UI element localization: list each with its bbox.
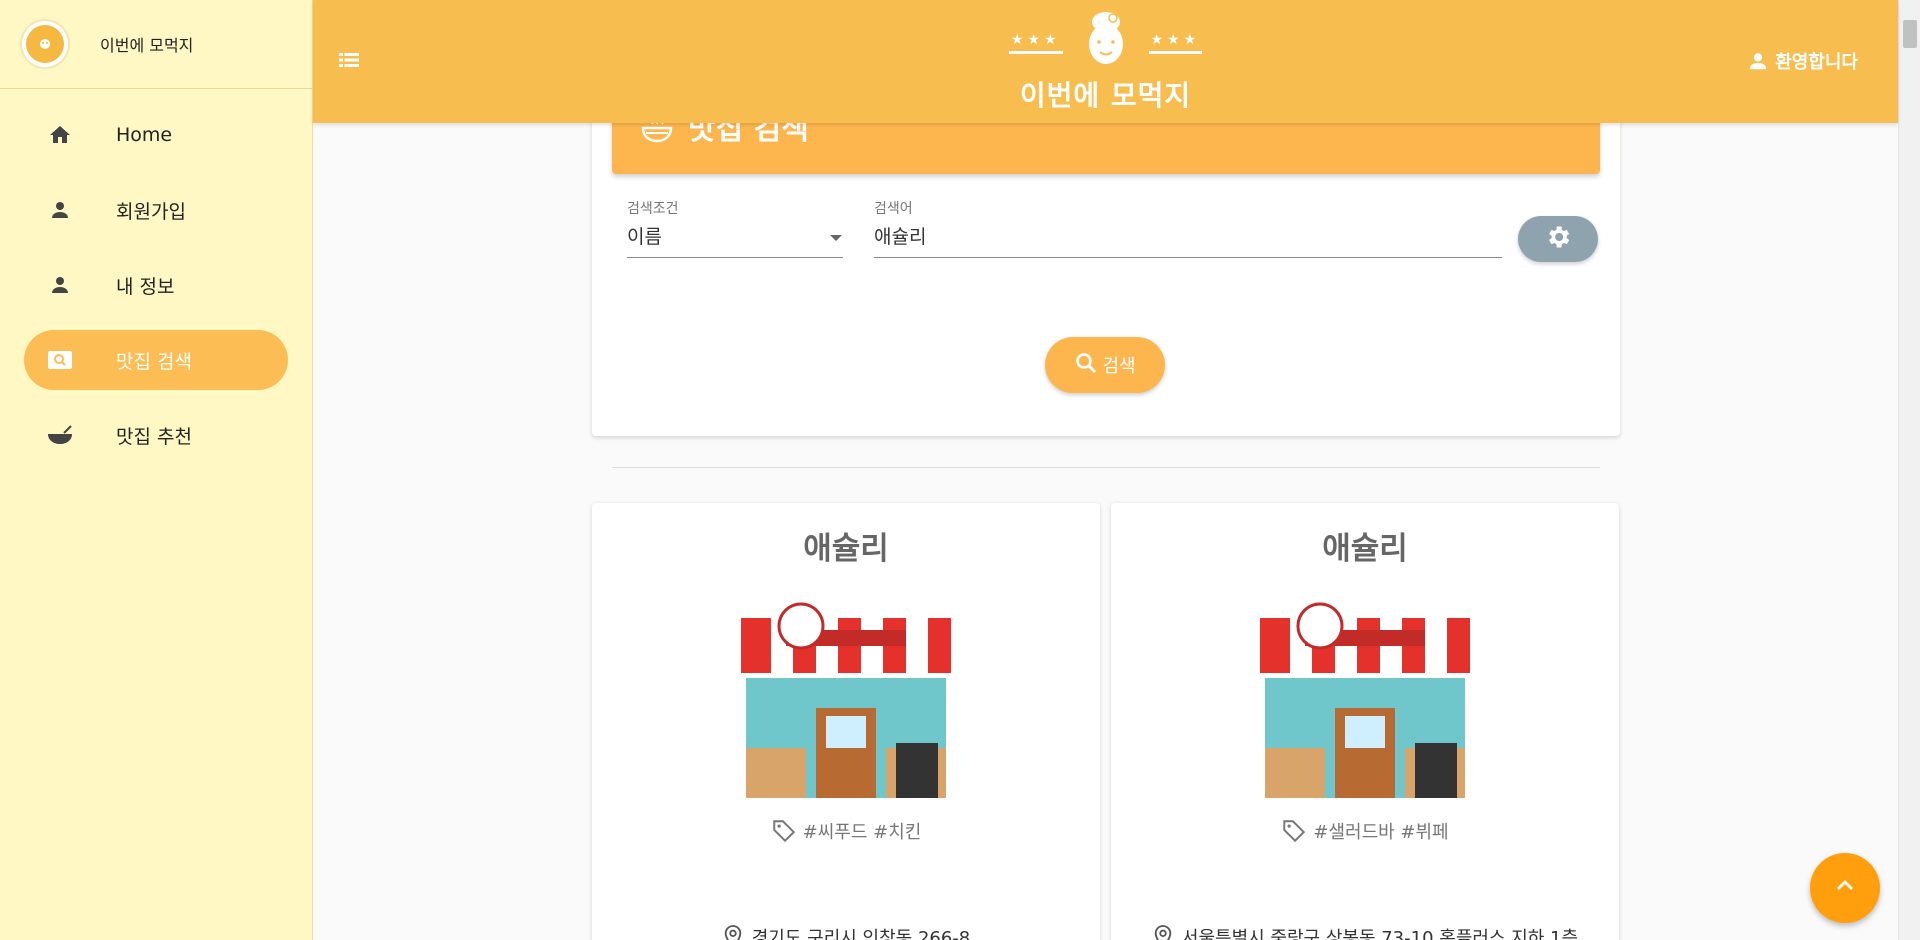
chef-face-icon	[1083, 8, 1129, 68]
header-title: 이번에 모먹지	[1019, 79, 1192, 112]
sidebar-item-restaurant-search[interactable]: 맛집 검색	[24, 330, 288, 390]
restaurant-address: 서울특별시 중랑구 상봉동 73-10 홈플러스 지하 1층	[1111, 924, 1619, 940]
search-button-label: 검색	[1102, 356, 1136, 377]
header-brand: ★★★ ★★★ 이번에 모먹지	[313, 8, 1898, 114]
sidebar-item-label: 회원가입	[116, 200, 186, 223]
results-divider	[612, 467, 1600, 468]
sidebar-item-signup[interactable]: 회원가입	[24, 180, 288, 240]
scrollbar-thumb[interactable]	[1903, 20, 1917, 48]
stars-left: ★★★	[1008, 32, 1063, 54]
tag-icon	[772, 820, 795, 843]
sidebar-item-label: 내 정보	[116, 275, 175, 298]
page-scrollbar[interactable]	[1898, 0, 1920, 940]
sidebar-item-recommend[interactable]: 맛집 추천	[24, 405, 288, 465]
search-keyword-input[interactable]: 애슐리	[874, 222, 1502, 258]
search-condition-label: 검색조건	[627, 201, 679, 217]
home-icon	[46, 121, 74, 149]
search-settings-button[interactable]	[1518, 216, 1598, 262]
person-icon	[46, 271, 74, 299]
restaurant-tags: #씨푸드 #치킨	[592, 818, 1100, 844]
search-condition-value-row: 이름	[627, 222, 843, 258]
sidebar-item-home[interactable]: Home	[24, 105, 288, 165]
sidebar-item-label: 맛집 검색	[116, 350, 192, 373]
restaurant-card[interactable]: 애슐리 #샐러드바 #뷔페 서울특별시 중랑구 상봉동 73-10 홈플러스 지…	[1111, 503, 1619, 940]
bowl-icon	[46, 421, 74, 449]
restaurant-tags-text: #샐러드바 #뷔페	[1313, 822, 1449, 843]
location-pin-icon	[724, 925, 741, 940]
chevron-up-icon	[1833, 874, 1857, 902]
scroll-to-top-button[interactable]	[1810, 853, 1880, 923]
restaurant-storefront-image	[741, 602, 951, 798]
restaurant-name: 애슐리	[1322, 531, 1408, 567]
sidebar-item-label: Home	[116, 124, 173, 146]
restaurant-name: 애슐리	[803, 531, 889, 567]
brand-logo[interactable]	[22, 21, 68, 67]
image-search-icon	[46, 346, 74, 374]
search-condition-value: 이름	[627, 226, 662, 248]
chef-logo-icon	[26, 25, 64, 63]
search-button[interactable]: 검색	[1045, 337, 1165, 393]
sidebar-item-my-info[interactable]: 내 정보	[24, 255, 288, 315]
search-keyword-label: 검색어	[874, 201, 913, 217]
search-keyword-value: 애슐리	[874, 226, 927, 248]
sidebar: 이번에 모먹지 Home 회원가입 내 정보 맛집 검색 맛집 추천	[0, 0, 313, 940]
restaurant-tags: #샐러드바 #뷔페	[1111, 818, 1619, 844]
restaurant-tags-text: #씨푸드 #치킨	[802, 822, 922, 843]
brand-title: 이번에 모먹지	[100, 36, 194, 55]
welcome-label: 환영합니다	[1775, 52, 1858, 73]
sidebar-nav: Home 회원가입 내 정보 맛집 검색 맛집 추천	[0, 89, 312, 465]
chevron-down-icon	[829, 225, 843, 247]
stars-right: ★★★	[1148, 32, 1203, 54]
search-card: 맛집 검색 검색조건 이름 검색어 애슐리 검색	[592, 70, 1620, 436]
location-pin-icon	[1154, 925, 1172, 940]
restaurant-address-text: 경기도 구리시 인창동 266-8	[751, 928, 971, 940]
restaurant-address: 경기도 구리시 인창동 266-8	[592, 924, 1100, 940]
search-condition-select[interactable]: 검색조건 이름	[627, 198, 843, 258]
welcome-user-button[interactable]: 환영합니다	[1747, 48, 1858, 74]
search-keyword-field[interactable]: 검색어 애슐리	[874, 198, 1502, 258]
header-emblem: ★★★ ★★★	[1008, 8, 1203, 68]
gear-icon	[1544, 223, 1572, 255]
app-header: ★★★ ★★★ 이번에 모먹지 환영합니다	[313, 0, 1898, 123]
user-icon	[1749, 53, 1767, 70]
person-icon	[46, 196, 74, 224]
tag-icon	[1283, 820, 1306, 843]
sidebar-item-label: 맛집 추천	[116, 425, 192, 448]
brand: 이번에 모먹지	[0, 0, 312, 89]
restaurant-card[interactable]: 애슐리 #씨푸드 #치킨 경기도 구리시 인창동 266-8	[592, 503, 1100, 940]
restaurant-storefront-image	[1260, 602, 1470, 798]
search-icon	[1074, 351, 1098, 380]
restaurant-address-text: 서울특별시 중랑구 상봉동 73-10 홈플러스 지하 1층	[1181, 928, 1579, 940]
